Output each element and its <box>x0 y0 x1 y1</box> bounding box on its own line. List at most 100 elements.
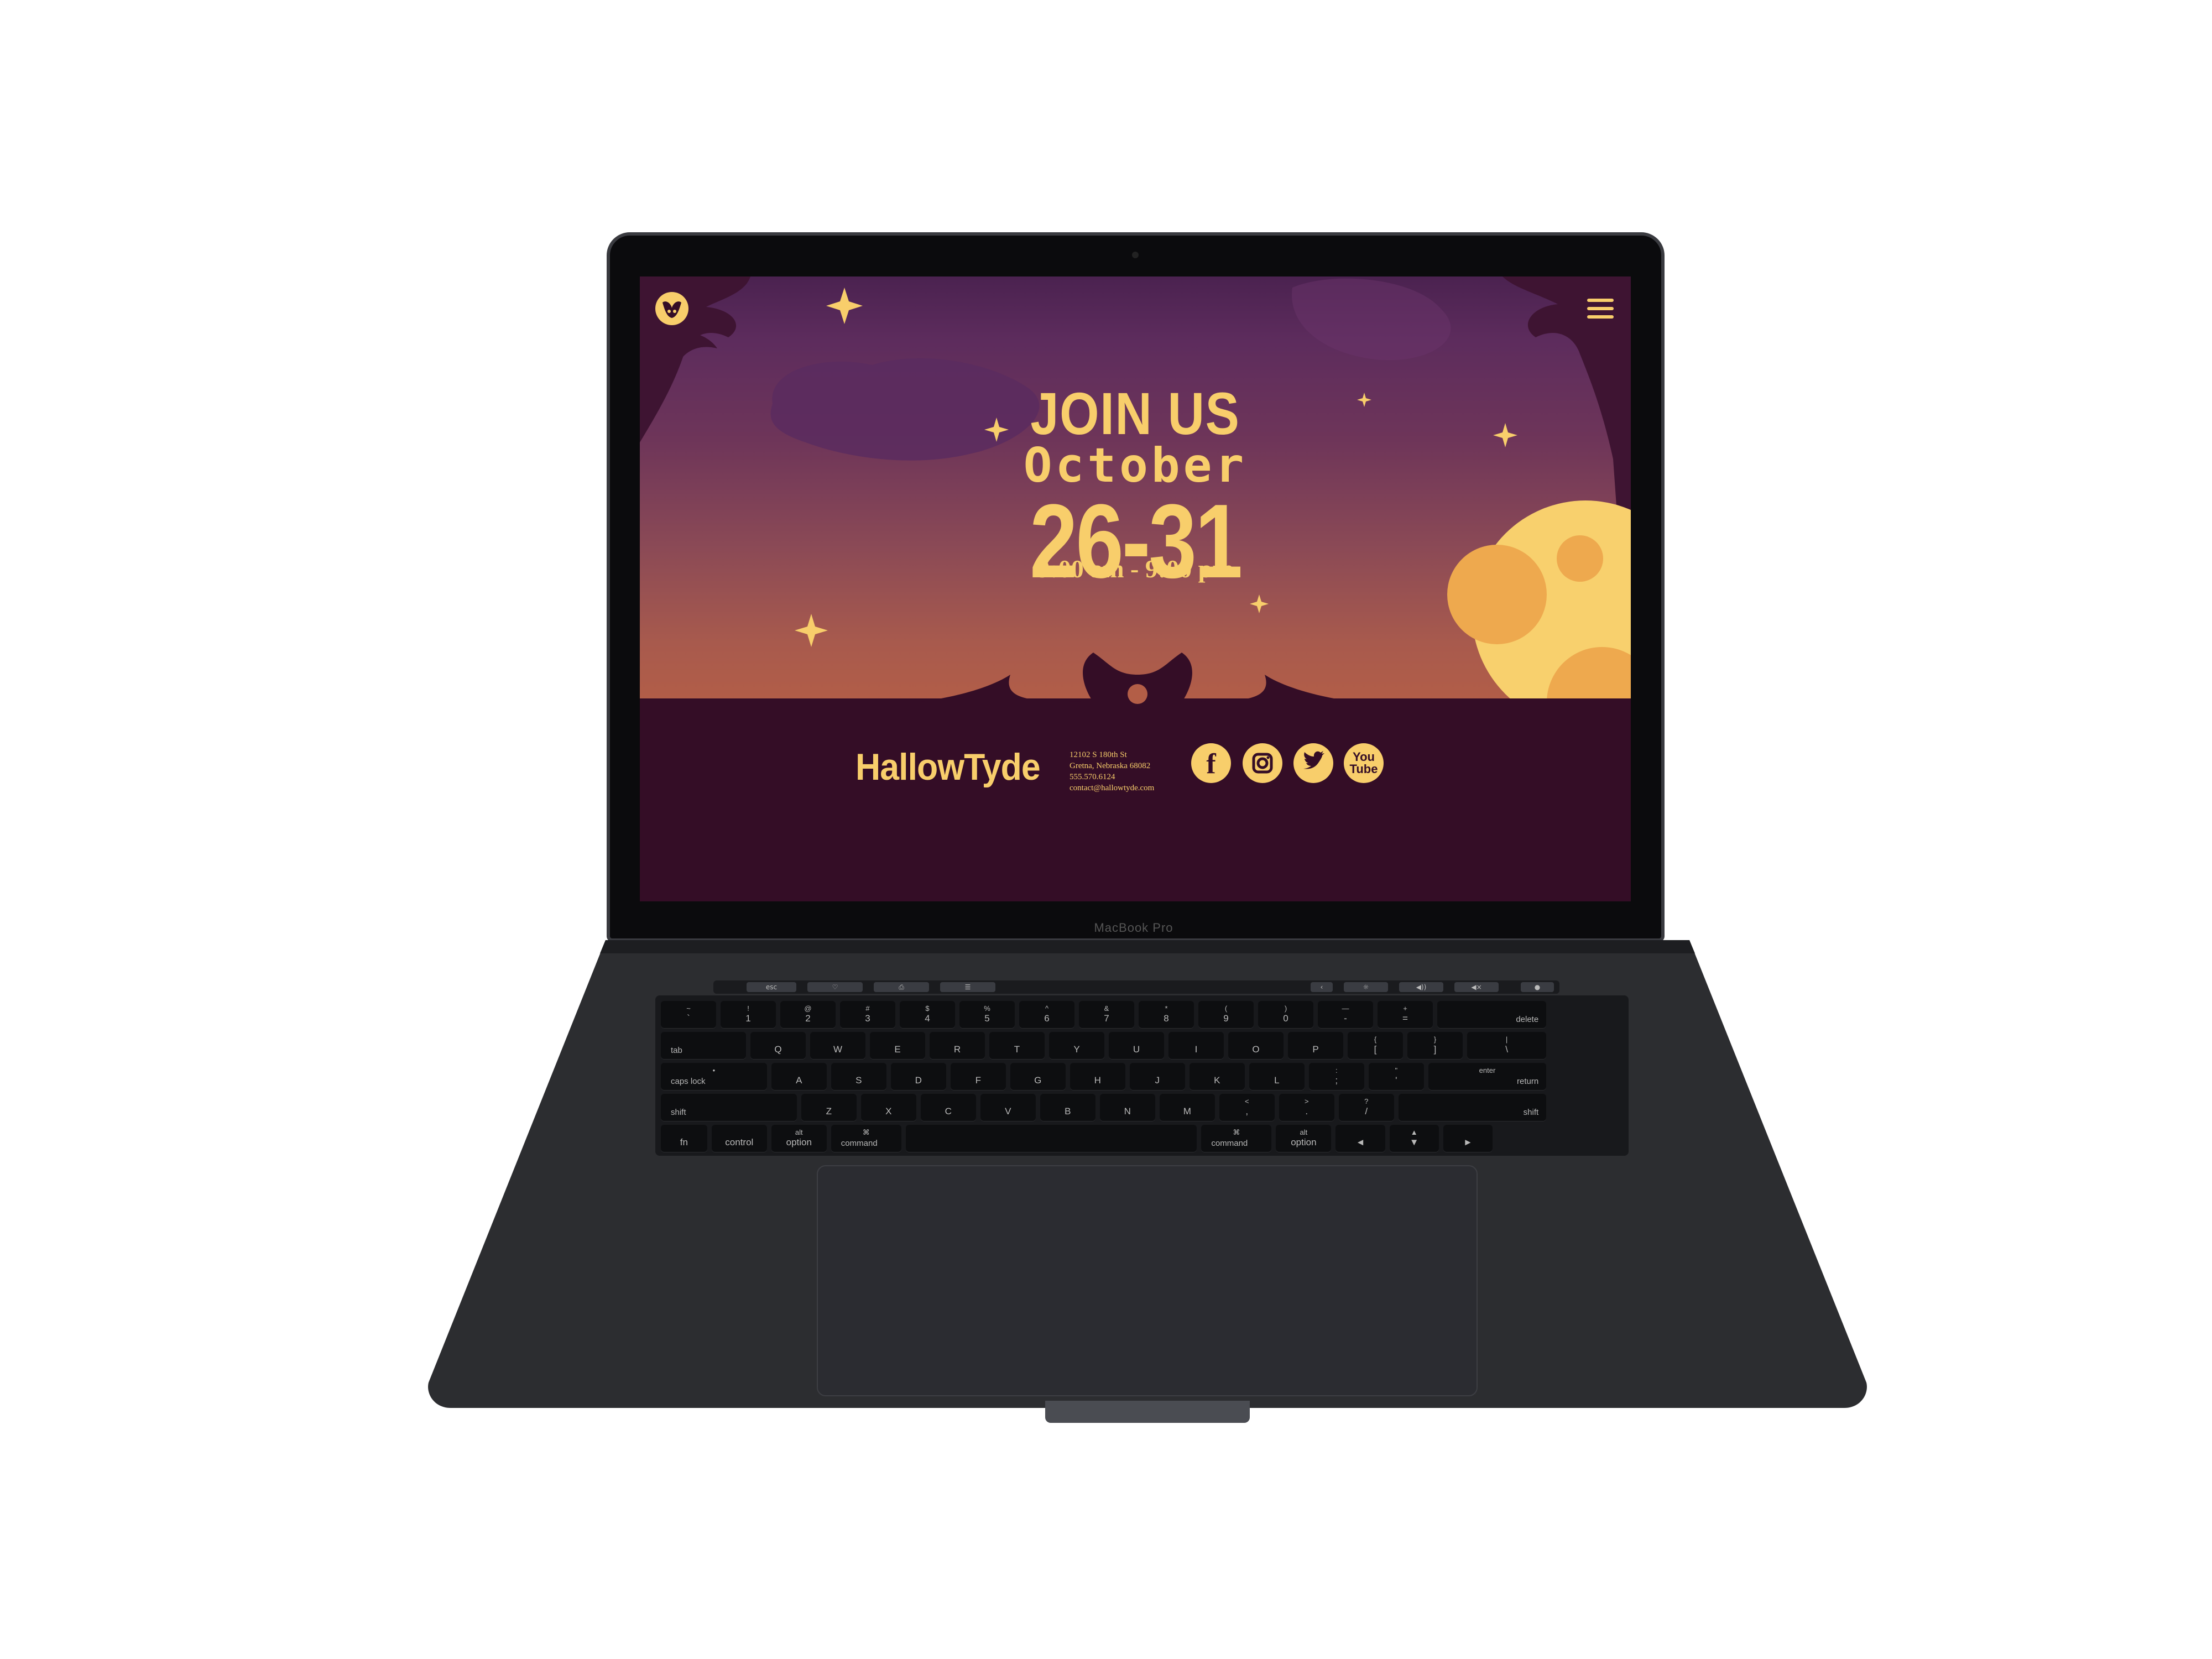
key-g[interactable]: G <box>1010 1063 1066 1091</box>
key-label: 7 <box>1104 1013 1109 1024</box>
key-b[interactable]: B <box>1040 1094 1095 1121</box>
key-5[interactable]: % 5 <box>959 1001 1015 1029</box>
key-return[interactable]: enter return <box>1428 1063 1547 1091</box>
touchbar-button[interactable]: ♡ <box>807 982 863 992</box>
key-e[interactable]: E <box>870 1032 925 1060</box>
touchbar-button[interactable]: ☰ <box>940 982 995 992</box>
key-[interactable]: }] <box>1407 1032 1463 1060</box>
key-control[interactable]: control <box>711 1125 767 1152</box>
key-h[interactable]: H <box>1070 1063 1125 1091</box>
key-y[interactable]: Y <box>1049 1032 1104 1060</box>
key-n[interactable]: N <box>1099 1094 1155 1121</box>
touch-bar[interactable]: esc ♡ ⎙ ☰ ‹ ☼ ◀)) ◀× ● <box>713 980 1559 994</box>
key-[interactable]: >. <box>1279 1094 1334 1121</box>
key-9[interactable]: (9 <box>1198 1001 1254 1029</box>
key-7[interactable]: & 7 <box>1079 1001 1134 1029</box>
key-c[interactable]: C <box>920 1094 976 1121</box>
key-shift[interactable]: shift <box>1398 1094 1547 1121</box>
key-[interactable]: ◄ <box>1335 1125 1385 1152</box>
footer-logo[interactable]: HallowTyde <box>855 745 1041 789</box>
key-v[interactable]: V <box>980 1094 1036 1121</box>
touchbar-button[interactable]: esc <box>747 982 796 992</box>
key-capslock[interactable]: • caps lock <box>661 1063 767 1091</box>
key-shift-label: @ <box>804 1004 812 1013</box>
key-0[interactable]: ) 0 <box>1258 1001 1313 1029</box>
key-label: return <box>1517 1077 1539 1086</box>
touchbar-button[interactable]: ◀× <box>1454 982 1499 992</box>
key-label: H <box>1094 1075 1101 1086</box>
key-[interactable]: ▲ ▼ <box>1389 1125 1439 1152</box>
key-r[interactable]: R <box>930 1032 985 1060</box>
key-a[interactable]: A <box>771 1063 827 1091</box>
key-command[interactable]: ⌘ command <box>1201 1125 1272 1152</box>
key-[interactable]: " ' <box>1368 1063 1424 1091</box>
touchbar-button[interactable]: ☼ <box>1344 982 1388 992</box>
key-space[interactable] <box>905 1125 1197 1152</box>
key-label: S <box>855 1075 862 1086</box>
facebook-button[interactable]: f <box>1191 743 1231 783</box>
key-1[interactable]: ! 1 <box>721 1001 776 1029</box>
key-shift-label: " <box>1395 1066 1398 1074</box>
key-[interactable]: ► <box>1443 1125 1493 1152</box>
key-u[interactable]: U <box>1109 1032 1164 1060</box>
key-j[interactable]: J <box>1129 1063 1185 1091</box>
key-l[interactable]: L <box>1249 1063 1305 1091</box>
key-3[interactable]: #3 <box>840 1001 895 1029</box>
key-[interactable]: <, <box>1219 1094 1275 1121</box>
hamburger-menu-icon[interactable] <box>1587 299 1614 321</box>
instagram-button[interactable] <box>1243 743 1282 783</box>
key-label: caps lock <box>671 1077 706 1086</box>
key-shift-label: ^ <box>1045 1004 1049 1013</box>
key-m[interactable]: M <box>1159 1094 1215 1121</box>
touchbar-button[interactable]: ⎙ <box>874 982 929 992</box>
key-label: N <box>1124 1106 1131 1117</box>
key-[interactable]: ? / <box>1338 1094 1394 1121</box>
key-shift-label: ⌘ <box>1233 1128 1240 1136</box>
trackpad[interactable] <box>817 1165 1478 1396</box>
key-tab[interactable]: tab <box>661 1032 746 1060</box>
key-command[interactable]: ⌘ command <box>831 1125 901 1152</box>
address-email[interactable]: contact@hallowtyde.com <box>1070 782 1154 794</box>
key-8[interactable]: * 8 <box>1139 1001 1194 1029</box>
key-f[interactable]: F <box>950 1063 1006 1091</box>
key-label: ' <box>1395 1075 1397 1086</box>
key-6[interactable]: ^ 6 <box>1019 1001 1074 1029</box>
key-k[interactable]: K <box>1189 1063 1245 1091</box>
key-o[interactable]: O <box>1228 1032 1284 1060</box>
key-p[interactable]: P <box>1288 1032 1343 1060</box>
key-d[interactable]: D <box>890 1063 946 1091</box>
key-label: O <box>1252 1044 1260 1055</box>
key-label: [ <box>1374 1044 1377 1055</box>
key-[interactable]: | \ <box>1467 1032 1547 1060</box>
touchbar-button[interactable]: ◀)) <box>1399 982 1443 992</box>
key-label: Y <box>1073 1044 1080 1055</box>
key-[interactable]: + = <box>1378 1001 1433 1029</box>
key-[interactable]: :; <box>1308 1063 1364 1091</box>
key-s[interactable]: S <box>831 1063 886 1091</box>
key-4[interactable]: $4 <box>900 1001 955 1029</box>
key-option[interactable]: alt option <box>771 1125 827 1152</box>
key-delete[interactable]: delete <box>1437 1001 1547 1029</box>
key-w[interactable]: W <box>810 1032 865 1060</box>
key-z[interactable]: Z <box>801 1094 857 1121</box>
key-2[interactable]: @2 <box>780 1001 836 1029</box>
key-[interactable]: ~ ` <box>661 1001 716 1029</box>
youtube-button[interactable]: You Tube <box>1344 743 1384 783</box>
touchbar-button[interactable]: ‹ <box>1311 982 1333 992</box>
key-label: T <box>1014 1044 1020 1055</box>
touchbar-button[interactable]: ● <box>1521 982 1554 992</box>
key-t[interactable]: T <box>989 1032 1045 1060</box>
key-option[interactable]: alt option <box>1276 1125 1332 1152</box>
key-fn[interactable]: fn <box>661 1125 707 1152</box>
key-q[interactable]: Q <box>750 1032 806 1060</box>
key-i[interactable]: I <box>1168 1032 1224 1060</box>
hero-hours: 9:00 am - 9:00 pm <box>1037 555 1234 583</box>
twitter-button[interactable] <box>1293 743 1333 783</box>
key-[interactable]: — - <box>1318 1001 1373 1029</box>
key-x[interactable]: X <box>860 1094 916 1121</box>
key-label: Q <box>774 1044 782 1055</box>
key-[interactable]: {[ <box>1348 1032 1403 1060</box>
key-shift[interactable]: shift <box>661 1094 797 1121</box>
key-label: M <box>1183 1106 1191 1117</box>
site-logo-icon[interactable] <box>655 291 689 326</box>
